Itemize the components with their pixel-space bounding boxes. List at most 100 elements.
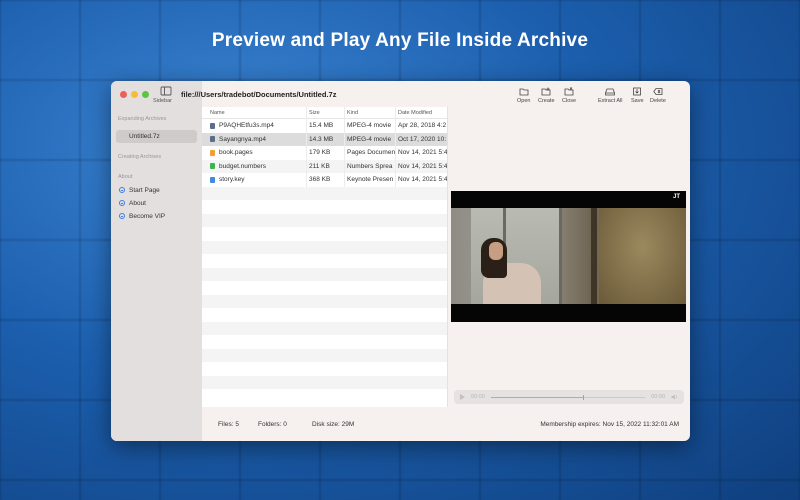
start-page-icon xyxy=(119,187,125,193)
pages-file-icon xyxy=(210,149,215,156)
file-kind: MPEG-4 movie xyxy=(344,132,395,146)
file-name-cell: budget.numbers xyxy=(202,160,306,174)
expanding-archives-title: Expanding Archives xyxy=(118,116,167,122)
empty-row xyxy=(202,375,447,389)
numbers-file-icon xyxy=(210,163,215,170)
zoom-window-button[interactable] xyxy=(142,91,149,98)
create-button[interactable]: Create xyxy=(538,87,555,104)
column-name[interactable]: Name xyxy=(202,107,306,118)
table-row[interactable]: Sayangnya.mp4 14.3 MB MPEG-4 movie Oct 17, … xyxy=(202,132,447,147)
video-file-icon xyxy=(210,122,215,129)
membership-expiry: Membership expires: Nov 15, 2022 11:32:0… xyxy=(540,420,679,428)
file-size: 14.3 MB xyxy=(306,132,344,146)
seek-progress xyxy=(490,396,584,398)
sidebar-toggle-icon[interactable] xyxy=(160,86,172,96)
empty-row xyxy=(202,213,447,227)
sidebar-item-label: Start Page xyxy=(129,186,160,194)
empty-row xyxy=(202,254,447,268)
empty-row xyxy=(202,227,447,241)
disk-size: Disk size: 29M xyxy=(312,420,355,428)
file-name: Sayangnya.mp4 xyxy=(219,135,266,143)
close-window-button[interactable] xyxy=(120,91,127,98)
empty-row xyxy=(202,348,447,362)
file-name: book.pages xyxy=(219,149,253,156)
sidebar-toggle-label: Sidebar xyxy=(153,98,172,104)
file-name: story.key xyxy=(219,176,245,183)
file-rows: P9AQHEtfu3s.mp4 15.4 MB MPEG-4 movie Apr 28… xyxy=(202,119,447,403)
folders-count: Folders: 0 xyxy=(258,420,287,428)
play-icon[interactable] xyxy=(460,394,465,400)
folder-icon xyxy=(519,88,529,96)
keynote-file-icon xyxy=(210,176,215,183)
files-count: Files: 5 xyxy=(218,420,239,428)
file-kind: MPEG-4 movie xyxy=(344,119,395,133)
minimize-window-button[interactable] xyxy=(131,91,138,98)
pane-divider[interactable] xyxy=(447,107,448,407)
elapsed-time: 00:00 xyxy=(471,394,485,400)
table-row[interactable]: book.pages 179 KB Pages Documen Nov 14, 202… xyxy=(202,146,447,160)
delete-button[interactable]: Delete xyxy=(650,87,666,104)
volume-icon[interactable] xyxy=(671,394,678,400)
create-label: Create xyxy=(538,98,555,104)
empty-row xyxy=(202,240,447,254)
sidebar-item-label: Become VIP xyxy=(129,212,166,220)
video-scene-door xyxy=(591,208,597,304)
file-name: budget.numbers xyxy=(219,162,266,170)
file-size: 179 KB xyxy=(306,146,344,160)
delete-label: Delete xyxy=(650,98,666,104)
drive-icon xyxy=(605,88,616,96)
close-label: Close xyxy=(562,98,577,104)
file-kind: Pages Documen xyxy=(344,146,395,160)
video-preview[interactable]: JT xyxy=(451,191,686,322)
sidebar-item-archive[interactable]: Untitled.7z xyxy=(116,130,197,143)
empty-row xyxy=(202,321,447,335)
column-date[interactable]: Date Modified xyxy=(395,107,447,118)
save-button[interactable]: Save xyxy=(631,87,644,104)
file-list: Name Size Kind Date Modified P9AQHEtfu3s… xyxy=(202,107,447,407)
empty-row xyxy=(202,362,447,376)
sidebar: Sidebar Expanding Archives Untitled.7z C… xyxy=(111,81,202,441)
extract-all-button[interactable]: Extract All xyxy=(598,87,622,104)
video-file-icon xyxy=(210,136,215,143)
sidebar-item-start-page[interactable]: Start Page xyxy=(119,185,160,195)
table-row[interactable]: story.key 368 KB Keynote Presen Nov 14, 202… xyxy=(202,173,447,187)
remaining-time: 00:00 xyxy=(651,394,665,400)
empty-row xyxy=(202,281,447,295)
sidebar-item-label: About xyxy=(129,199,146,207)
sidebar-item-about[interactable]: About xyxy=(119,198,146,208)
file-name-cell: P9AQHEtfu3s.mp4 xyxy=(202,119,306,133)
about-icon xyxy=(119,200,125,206)
file-date: Nov 14, 2021 5:4 xyxy=(395,173,447,187)
file-date: Nov 14, 2021 5:4 xyxy=(395,146,447,160)
file-name-cell: book.pages xyxy=(202,146,306,160)
close-archive-icon xyxy=(564,87,574,96)
sidebar-item-become-vip[interactable]: Become VIP xyxy=(119,211,165,221)
file-name: P9AQHEtfu3s.mp4 xyxy=(219,122,274,129)
empty-row xyxy=(202,186,447,200)
creating-archives-title: Creating Archives xyxy=(118,154,162,160)
close-button[interactable]: Close xyxy=(562,87,576,104)
status-bar: Files: 5 Folders: 0 Disk size: 29M Membe… xyxy=(202,407,690,441)
empty-row xyxy=(202,200,447,214)
seek-knob[interactable] xyxy=(583,394,585,400)
extract-all-label: Extract All xyxy=(598,98,623,104)
file-list-header: Name Size Kind Date Modified xyxy=(202,107,447,119)
delete-icon xyxy=(653,88,663,95)
video-scene-mullion xyxy=(559,208,562,304)
file-date: Nov 14, 2021 5:4 xyxy=(395,159,447,173)
empty-row xyxy=(202,294,447,308)
file-name-cell: story.key xyxy=(202,173,306,187)
video-scene-wall xyxy=(599,208,686,304)
file-size: 368 KB xyxy=(306,173,344,187)
open-button[interactable]: Open xyxy=(517,87,530,104)
headline: Preview and Play Any File Inside Archive xyxy=(211,30,589,51)
column-size[interactable]: Size xyxy=(306,107,344,118)
column-kind[interactable]: Kind xyxy=(344,107,395,118)
seek-bar[interactable] xyxy=(490,394,646,400)
table-row[interactable]: P9AQHEtfu3s.mp4 15.4 MB MPEG-4 movie Apr 28… xyxy=(202,119,447,133)
file-name-cell: Sayangnya.mp4 xyxy=(202,133,306,147)
file-date: Oct 17, 2020 10: xyxy=(395,132,447,146)
table-row[interactable]: budget.numbers 211 KB Numbers Sprea Nov 14,… xyxy=(202,159,447,174)
file-kind: Keynote Presen xyxy=(344,173,395,187)
window-controls xyxy=(120,91,149,98)
